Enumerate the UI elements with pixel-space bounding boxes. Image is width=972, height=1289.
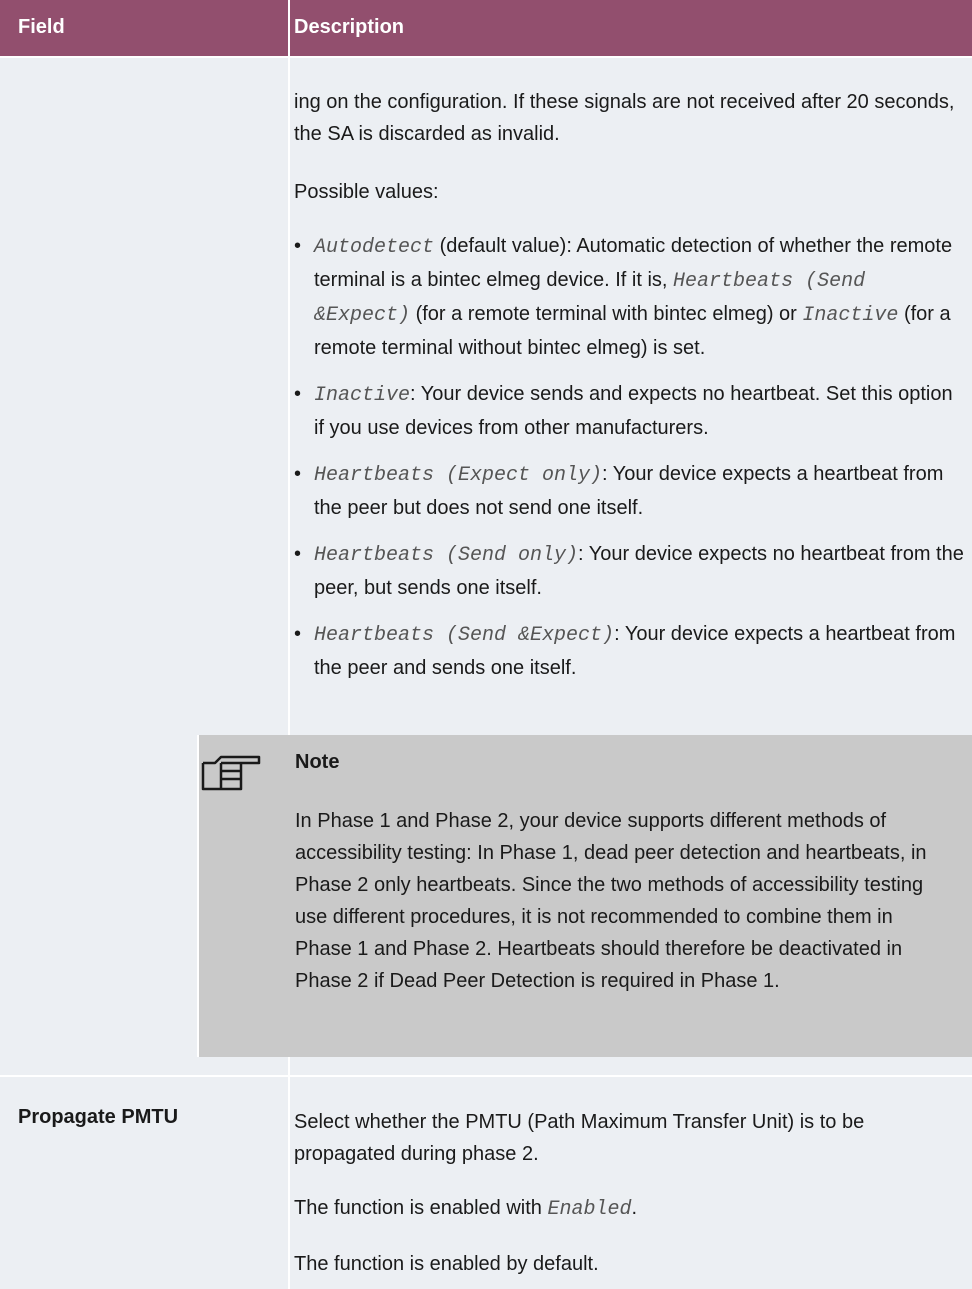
header-field: Field xyxy=(18,16,65,38)
list-item: Inactive: Your device sends and expects … xyxy=(294,378,966,444)
possible-values-label: Possible values: xyxy=(294,181,439,203)
list-item: Heartbeats (Send only): Your device expe… xyxy=(294,538,966,604)
pmtu-desc-2: The function is enabled with Enabled. xyxy=(294,1197,638,1221)
header-divider xyxy=(288,0,290,56)
field-propagate-pmtu: Propagate PMTU xyxy=(18,1106,179,1128)
table-header: Field Description xyxy=(0,0,972,56)
value-code: Heartbeats (Expect only) xyxy=(314,464,603,487)
list-item: Autodetect (default value): Automatic de… xyxy=(294,230,966,364)
pmtu-desc-1: Select whether the PMTU (Path Maximum Tr… xyxy=(294,1111,865,1165)
intro-text: ing on the configuration. If these signa… xyxy=(294,91,955,145)
note-body: In Phase 1 and Phase 2, your device supp… xyxy=(295,810,927,992)
description-continued: ing on the configuration. If these signa… xyxy=(294,86,966,698)
value-list: Autodetect (default value): Automatic de… xyxy=(294,230,966,684)
value-code: Autodetect xyxy=(314,236,435,259)
list-item: Heartbeats (Send &Expect): Your device e… xyxy=(294,618,966,684)
note-box: Note In Phase 1 and Phase 2, your device… xyxy=(197,735,972,1057)
list-item: Heartbeats (Expect only): Your device ex… xyxy=(294,458,966,524)
description-pmtu: Select whether the PMTU (Path Maximum Tr… xyxy=(294,1106,954,1280)
field-cell-continued xyxy=(0,58,288,735)
value-code: Inactive xyxy=(314,384,411,407)
header-description: Description xyxy=(294,16,405,38)
field-cell-gap xyxy=(0,1057,288,1075)
note-title: Note xyxy=(295,751,340,773)
pointing-hand-icon xyxy=(201,755,261,791)
value-code: Heartbeats (Send &Expect) xyxy=(314,624,615,647)
column-divider xyxy=(288,58,290,735)
description-cell-gap xyxy=(290,1057,972,1075)
pmtu-desc-3: The function is enabled by default. xyxy=(294,1253,599,1275)
field-cell-note-area xyxy=(0,735,197,1057)
value-code: Heartbeats (Send only) xyxy=(314,544,579,567)
column-divider xyxy=(288,1057,290,1289)
